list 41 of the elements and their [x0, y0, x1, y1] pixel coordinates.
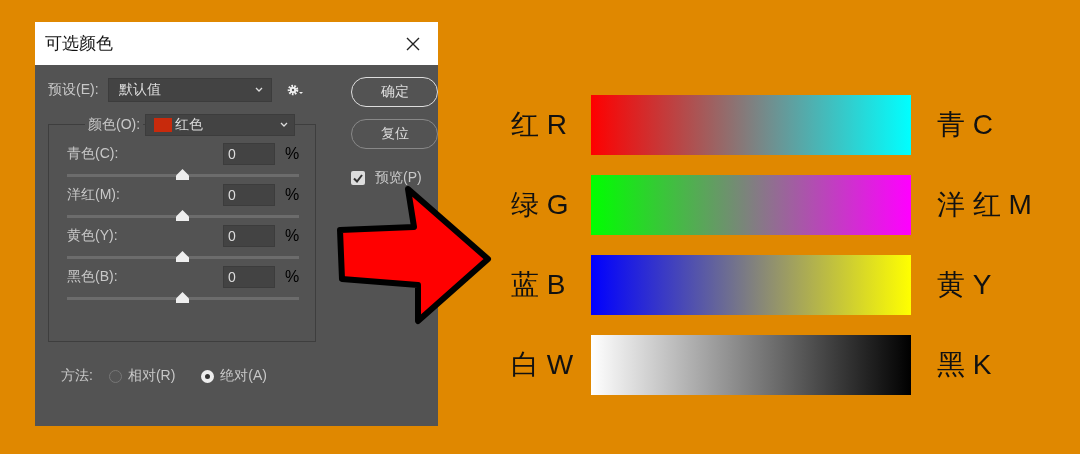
value-field[interactable]: 0	[223, 184, 275, 206]
value-field[interactable]: 0	[223, 143, 275, 165]
slider-thumb[interactable]	[176, 251, 189, 262]
slider-thumb[interactable]	[176, 292, 189, 303]
radio-label[interactable]: 绝对(A)	[220, 367, 267, 385]
radio-button[interactable]	[108, 369, 122, 383]
method-label: 方法:	[61, 367, 93, 385]
slider-thumb[interactable]	[176, 210, 189, 221]
channel-label: 绿 G	[511, 188, 570, 222]
channel-label: 洋 红 M	[937, 188, 1032, 222]
preset-label: 预设(E):	[48, 81, 99, 99]
channel-label: 白 W	[511, 348, 575, 382]
preset-dropdown[interactable]: 默认值	[107, 78, 272, 102]
chevron-icon	[254, 87, 263, 93]
slider-label: 洋红(M):	[67, 186, 121, 204]
channel-label: 青 C	[937, 108, 993, 142]
dialog-button[interactable]: 复位	[351, 119, 438, 149]
close-icon[interactable]	[406, 36, 420, 51]
channel-label: 蓝 B	[511, 268, 567, 302]
preview-checkbox[interactable]	[351, 171, 365, 185]
slider-label: 黄色(Y):	[67, 227, 119, 245]
percent-unit: %	[285, 227, 299, 245]
slider-label: 黑色(B):	[67, 268, 119, 286]
value-field[interactable]: 0	[223, 266, 275, 288]
slider-label: 青色(C):	[67, 145, 120, 163]
radio-label[interactable]: 相对(R)	[127, 367, 176, 385]
dialog-button[interactable]: 确定	[351, 77, 438, 107]
channel-label: 黑 K	[937, 348, 992, 382]
channel-label: 红 R	[511, 108, 568, 142]
color-label: 颜色(O):	[85, 116, 144, 134]
percent-unit: %	[285, 186, 299, 204]
percent-unit: %	[285, 268, 299, 286]
preview-label[interactable]: 预览(P)	[375, 169, 422, 187]
color-dropdown[interactable]: 红色	[145, 114, 296, 136]
chevron-icon	[280, 122, 289, 128]
value-field[interactable]: 0	[223, 225, 275, 247]
channel-label: 黄 Y	[937, 268, 992, 302]
window-title: 可选颜色	[45, 33, 113, 55]
percent-unit: %	[285, 145, 299, 163]
gear-icon[interactable]	[285, 83, 304, 97]
slider-thumb[interactable]	[176, 169, 189, 180]
